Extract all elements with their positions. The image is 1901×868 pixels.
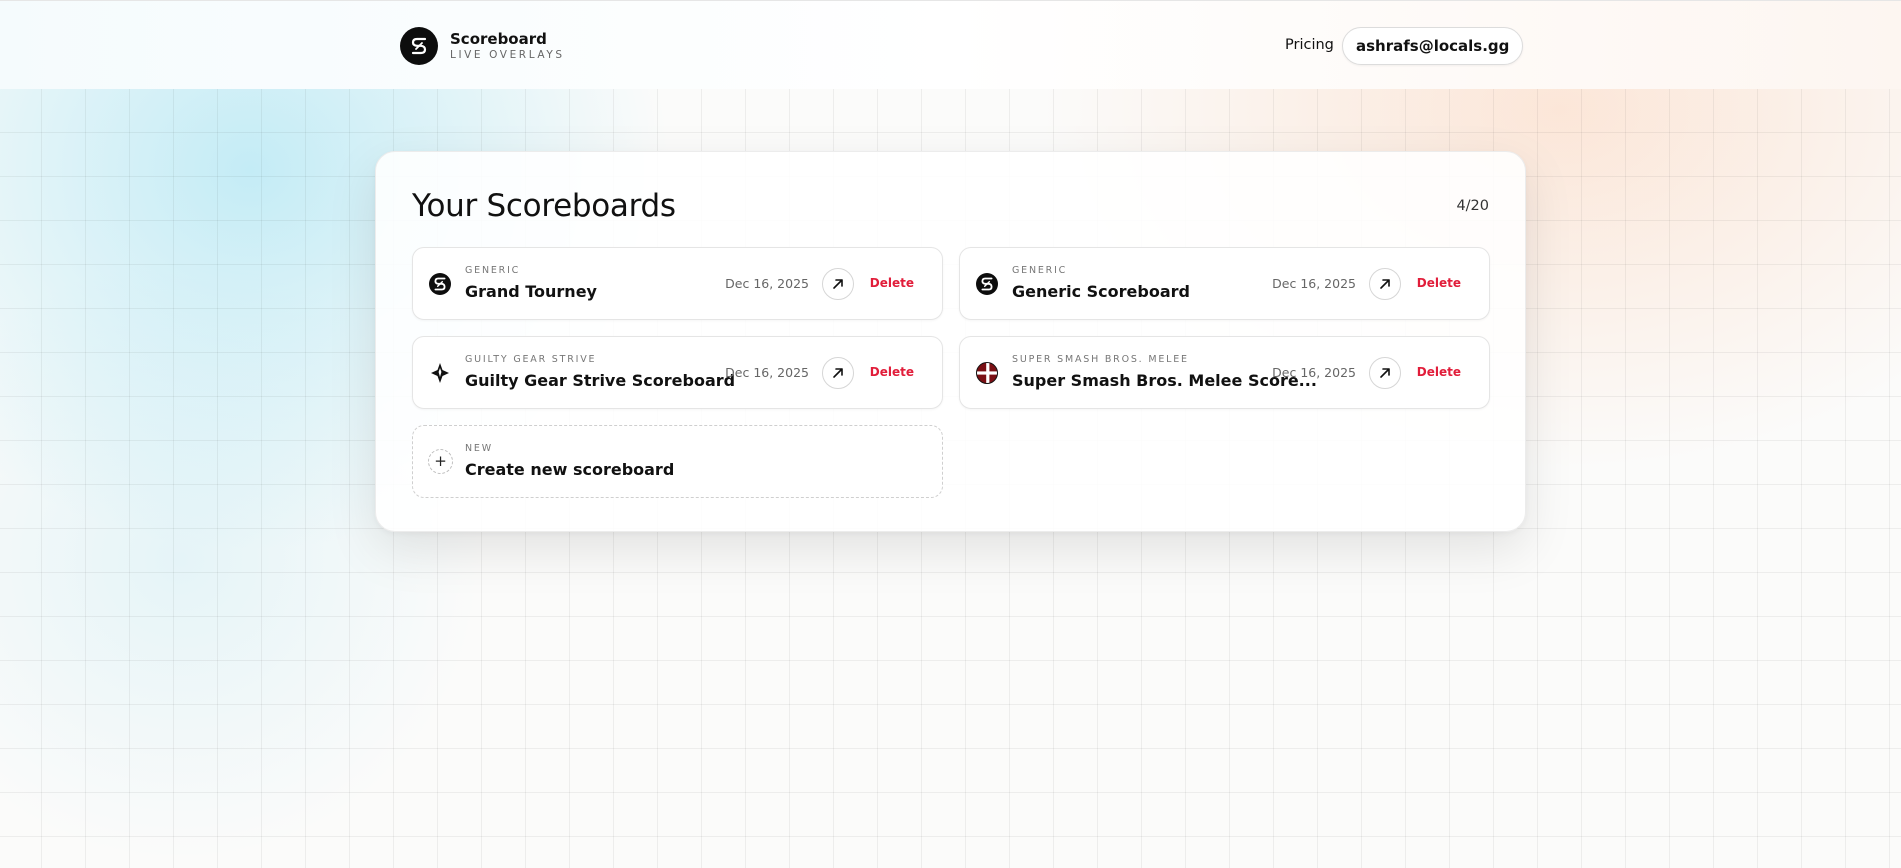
delete-button[interactable]: Delete — [1417, 365, 1461, 379]
create-new-scoreboard-button[interactable]: + NEW Create new scoreboard — [412, 425, 943, 498]
scoreboard-item[interactable]: GENERIC Grand Tourney Dec 16, 2025 Delet… — [412, 247, 943, 320]
scoreboard-date: Dec 16, 2025 — [725, 365, 809, 380]
scoreboard-name[interactable]: Generic Scoreboard — [1012, 282, 1190, 301]
open-scoreboard-button[interactable] — [1369, 268, 1401, 300]
arrow-up-right-icon — [1380, 279, 1390, 289]
create-new-category: NEW — [465, 443, 493, 454]
account-button[interactable]: ashrafs@locals.gg — [1342, 27, 1524, 65]
scoreboard-name[interactable]: Grand Tourney — [465, 282, 597, 301]
guilty-gear-strive-logo-icon — [428, 361, 452, 385]
scoreboard-s-logo-icon — [975, 272, 999, 296]
scoreboard-name[interactable]: Guilty Gear Strive Scoreboard — [465, 371, 735, 390]
scoreboards-card: Your Scoreboards 4/20 GENERIC Grand Tour… — [375, 151, 1526, 532]
scoreboard-item[interactable]: GUILTY GEAR STRIVE Guilty Gear Strive Sc… — [412, 336, 943, 409]
scoreboard-category: GENERIC — [1012, 265, 1068, 276]
brand-name: Scoreboard — [450, 29, 547, 48]
delete-button[interactable]: Delete — [870, 276, 914, 290]
scoreboard-s-logo-icon — [428, 272, 452, 296]
scoreboard-category: GENERIC — [465, 265, 521, 276]
scoreboard-date: Dec 16, 2025 — [1272, 365, 1356, 380]
open-scoreboard-button[interactable] — [1369, 357, 1401, 389]
scoreboard-s-logo-icon — [400, 27, 438, 65]
open-scoreboard-button[interactable] — [822, 357, 854, 389]
open-scoreboard-button[interactable] — [822, 268, 854, 300]
scoreboard-name[interactable]: Super Smash Bros. Melee Score... — [1012, 371, 1317, 390]
scoreboard-category: SUPER SMASH BROS. MELEE — [1012, 354, 1189, 365]
arrow-up-right-icon — [833, 279, 843, 289]
page-title: Your Scoreboards — [412, 188, 676, 224]
arrow-up-right-icon — [1380, 368, 1390, 378]
delete-button[interactable]: Delete — [870, 365, 914, 379]
scoreboard-count: 4/20 — [1456, 198, 1489, 214]
top-header: Scoreboard LIVE OVERLAYS Pricing ashrafs… — [0, 0, 1901, 89]
brand-tagline: LIVE OVERLAYS — [450, 48, 565, 61]
pricing-link[interactable]: Pricing — [1285, 37, 1334, 53]
plus-icon: + — [428, 449, 453, 474]
scoreboard-date: Dec 16, 2025 — [1272, 276, 1356, 291]
brand[interactable]: Scoreboard LIVE OVERLAYS — [400, 27, 565, 65]
smash-bros-logo-icon — [975, 361, 999, 385]
scoreboard-date: Dec 16, 2025 — [725, 276, 809, 291]
create-new-label: Create new scoreboard — [465, 460, 675, 479]
scoreboard-item[interactable]: GENERIC Generic Scoreboard Dec 16, 2025 … — [959, 247, 1490, 320]
arrow-up-right-icon — [833, 368, 843, 378]
delete-button[interactable]: Delete — [1417, 276, 1461, 290]
scoreboard-category: GUILTY GEAR STRIVE — [465, 354, 597, 365]
scoreboard-item[interactable]: SUPER SMASH BROS. MELEE Super Smash Bros… — [959, 336, 1490, 409]
